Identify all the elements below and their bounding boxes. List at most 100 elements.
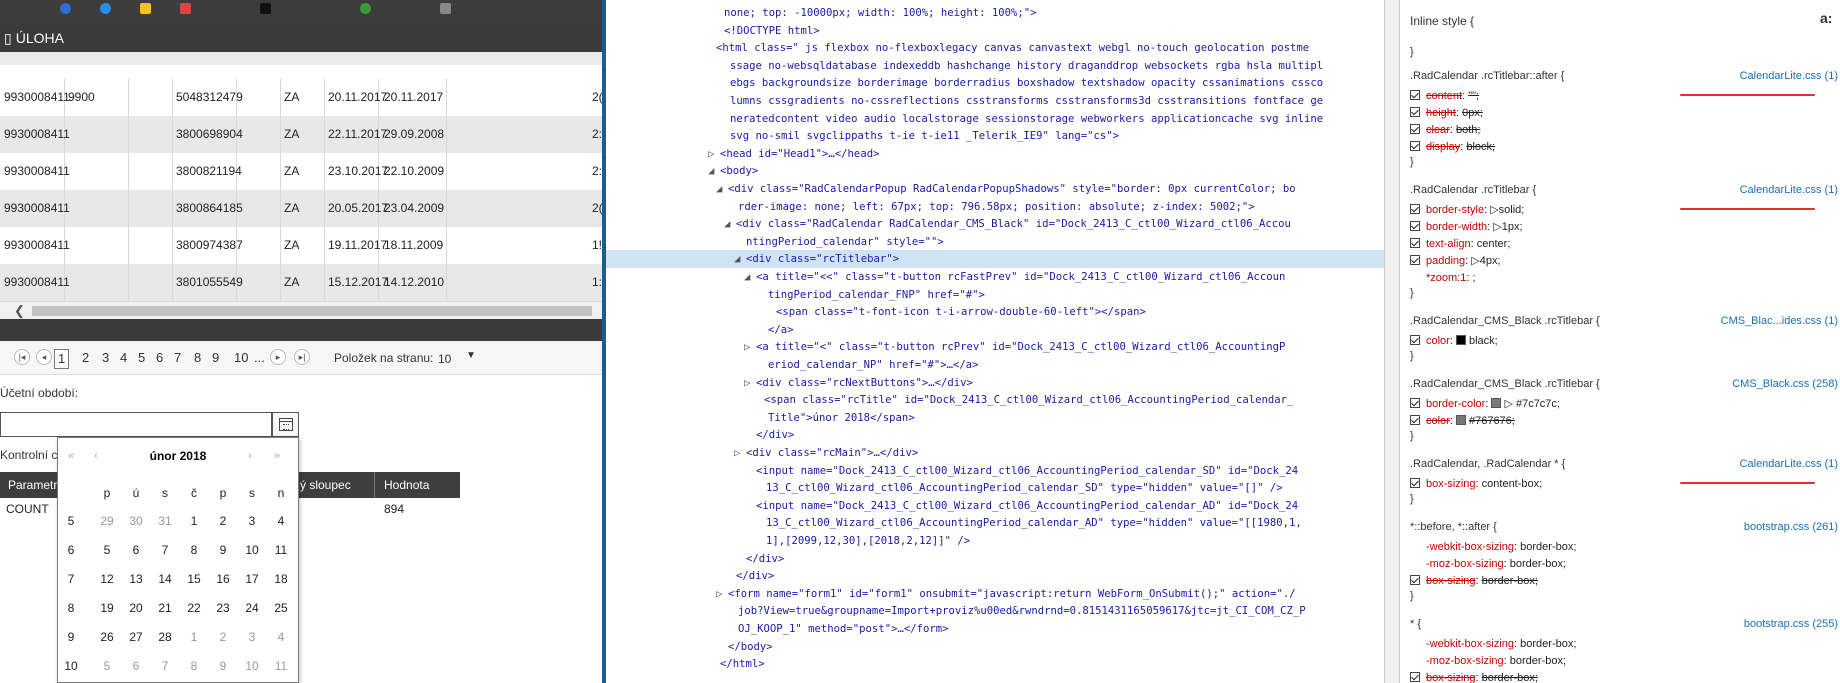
calendar-day[interactable]: 28 — [154, 630, 176, 644]
dom-node-line[interactable]: ▷ <head id="Head1">…</head> — [606, 145, 1400, 163]
style-property[interactable]: -webkit-box-sizing: border-box; — [1410, 636, 1576, 653]
style-property[interactable]: box-sizing: border-box; — [1410, 670, 1538, 683]
calendar-day[interactable]: 6 — [125, 543, 147, 557]
dom-node-line[interactable]: </html> — [606, 655, 1400, 673]
calendar-day[interactable]: 24 — [241, 601, 263, 615]
calendar-day[interactable]: 11 — [270, 543, 292, 557]
toolbar-icon[interactable] — [180, 3, 191, 14]
calendar-day[interactable]: 17 — [241, 572, 263, 586]
color-swatch[interactable] — [1455, 335, 1466, 345]
dom-node-line[interactable]: neratedcontent video audio localstorage … — [606, 110, 1400, 128]
expand-toggle-icon[interactable]: ◢ — [716, 180, 722, 198]
horizontal-scrollbar[interactable]: ❮ — [0, 301, 602, 319]
dom-node-line[interactable]: rder-image: none; left: 67px; top: 796.5… — [606, 198, 1400, 216]
property-checkbox[interactable] — [1410, 204, 1420, 214]
property-checkbox[interactable] — [1410, 415, 1420, 425]
property-checkbox[interactable] — [1410, 90, 1420, 100]
calendar-day[interactable]: 15 — [183, 572, 205, 586]
calendar-day[interactable]: 22 — [183, 601, 205, 615]
dom-node-line[interactable]: ebgs backgroundsize borderimage borderra… — [606, 74, 1400, 92]
dom-node-line[interactable]: Title">únor 2018</span> — [606, 409, 1400, 427]
page-number[interactable]: 2 — [82, 349, 89, 367]
calendar-day[interactable]: 11 — [270, 659, 292, 673]
calendar-day[interactable]: 16 — [212, 572, 234, 586]
rule-selector[interactable]: .RadCalendar, .RadCalendar * { — [1410, 458, 1565, 470]
dom-node-line[interactable]: svg no-smil svgclippaths t-ie t-ie11 _Te… — [606, 127, 1400, 145]
style-property[interactable]: text-align: center; — [1410, 236, 1510, 253]
dom-node-line[interactable]: 13_C_ctl00_Wizard_ctl06_AccountingPeriod… — [606, 479, 1400, 497]
per-page-select[interactable]: 10 — [438, 352, 451, 366]
calendar-day[interactable]: 18 — [270, 572, 292, 586]
next-page-icon[interactable]: ▸ — [270, 349, 286, 365]
calendar-day[interactable]: 2 — [212, 630, 234, 644]
font-toggle[interactable]: a: — [1820, 10, 1832, 26]
dom-node-line[interactable]: </div> — [606, 567, 1400, 585]
table-row[interactable]: 9930008411 3801055549 ZA 15.12.2017 14.12.20… — [0, 264, 602, 301]
dom-node-line[interactable]: <input name="Dock_2413_C_ctl00_Wizard_ct… — [606, 462, 1400, 480]
expand-toggle-icon[interactable]: ◢ — [734, 250, 740, 268]
property-checkbox[interactable] — [1410, 398, 1420, 408]
style-property[interactable]: display: block; — [1410, 139, 1495, 156]
prev-page-icon[interactable]: ◂ — [36, 349, 52, 365]
dom-node-line[interactable]: ▷ <div class="rcMain">…</div> — [606, 444, 1400, 462]
rule-source-link[interactable]: CMS_Black.css (258) — [1732, 378, 1838, 390]
page-number[interactable]: 1 — [54, 349, 70, 369]
page-number[interactable]: 10 — [234, 349, 248, 367]
style-property[interactable]: height: 0px; — [1410, 105, 1483, 122]
dom-node-line[interactable]: ssage no-websqldatabase indexeddb hashch… — [606, 57, 1400, 75]
property-checkbox[interactable] — [1410, 124, 1420, 134]
rule-selector[interactable]: .RadCalendar_CMS_Black .rcTitlebar { — [1410, 315, 1600, 327]
calendar-button[interactable] — [272, 412, 299, 437]
next-month-icon[interactable]: › — [248, 450, 252, 462]
property-checkbox[interactable] — [1410, 238, 1420, 248]
style-property[interactable]: border-style: ▷solid; — [1410, 202, 1524, 219]
dom-node-line[interactable]: lumns cssgradients no-cssreflections css… — [606, 92, 1400, 110]
calendar-day[interactable]: 23 — [212, 601, 234, 615]
expand-toggle-icon[interactable]: ◢ — [724, 215, 730, 233]
style-property[interactable]: -moz-box-sizing: border-box; — [1410, 556, 1566, 573]
property-checkbox[interactable] — [1410, 672, 1420, 682]
rule-selector[interactable]: * { — [1410, 618, 1421, 630]
dom-node-line[interactable]: ◢ <a title="<<" class="t-button rcFastPre… — [606, 268, 1400, 286]
calendar-day[interactable]: 30 — [125, 514, 147, 528]
dom-node-line[interactable]: <!DOCTYPE html> — [606, 22, 1400, 40]
page-number[interactable]: 4 — [120, 349, 127, 367]
table-row[interactable]: 9930008411 3800864185 ZA 20.05.2017 23.04.20… — [0, 190, 602, 227]
expand-toggle-icon[interactable]: ▷ — [744, 338, 750, 356]
calendar-day[interactable]: 5 — [96, 659, 118, 673]
style-property[interactable]: box-sizing: border-box; — [1410, 573, 1538, 590]
page-number[interactable]: 8 — [194, 349, 201, 367]
dom-node-line[interactable]: tingPeriod_calendar_FNP" href="#"> — [606, 286, 1400, 304]
expand-toggle-icon[interactable]: ▷ — [744, 374, 750, 392]
calendar-day[interactable]: 25 — [270, 601, 292, 615]
page-number[interactable]: 9 — [212, 349, 219, 367]
style-property[interactable]: border-color: ▷ #7c7c7c; — [1410, 396, 1560, 413]
calendar-day[interactable]: 29 — [96, 514, 118, 528]
scrollbar-thumb[interactable] — [32, 306, 592, 316]
style-property[interactable]: color: black; — [1410, 333, 1498, 350]
dom-node-line[interactable]: eriod_calendar_NP" href="#">…</a> — [606, 356, 1400, 374]
toolbar-icon[interactable] — [100, 3, 111, 14]
page-number[interactable]: 7 — [174, 349, 181, 367]
calendar-day[interactable]: 12 — [96, 572, 118, 586]
dom-node-line[interactable]: OJ_KOOP_1" method="post">…</form> — [606, 620, 1400, 638]
table-row[interactable]: 9930008411 3800821194 ZA 23.10.2017 22.10.20… — [0, 153, 602, 190]
calendar-day[interactable]: 5 — [96, 543, 118, 557]
style-property[interactable]: color: #767676; — [1410, 413, 1515, 430]
property-checkbox[interactable] — [1410, 255, 1420, 265]
calendar-day[interactable]: 1 — [183, 630, 205, 644]
dom-node-line[interactable]: ▷ <div class="rcNextButtons">…</div> — [606, 374, 1400, 392]
dom-node-line[interactable]: ◢ <body> — [606, 162, 1400, 180]
fast-next-icon[interactable]: » — [274, 450, 280, 462]
rule-source-link[interactable]: bootstrap.css (255) — [1744, 618, 1838, 630]
rule-source-link[interactable]: CalendarLite.css (1) — [1740, 70, 1838, 82]
dom-node-line[interactable]: <input name="Dock_2413_C_ctl00_Wizard_ct… — [606, 497, 1400, 515]
dom-node-line[interactable]: none; top: -10000px; width: 100%; height… — [606, 4, 1400, 22]
pane-splitter[interactable] — [1384, 0, 1400, 683]
style-property[interactable]: -webkit-box-sizing: border-box; — [1410, 539, 1576, 556]
dom-node-line[interactable]: </div> — [606, 426, 1400, 444]
calendar-day[interactable]: 19 — [96, 601, 118, 615]
property-checkbox[interactable] — [1410, 335, 1420, 345]
first-page-icon[interactable]: |◂ — [14, 349, 30, 365]
dom-node-line[interactable]: job?View=true&groupname=Import+proviz%u0… — [606, 602, 1400, 620]
